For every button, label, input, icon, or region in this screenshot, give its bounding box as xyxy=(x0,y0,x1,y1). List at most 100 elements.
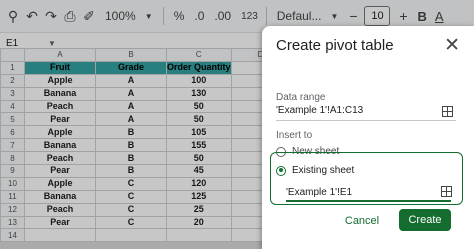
cell[interactable]: Pear xyxy=(24,215,96,230)
print-icon[interactable]: ⎙ xyxy=(64,8,76,25)
cell[interactable]: Apple xyxy=(24,176,96,191)
cell[interactable]: Apple xyxy=(24,73,96,88)
existing-sheet-option[interactable]: Existing sheet xyxy=(276,165,354,176)
select-all-corner[interactable] xyxy=(0,48,25,62)
cell[interactable]: Banana xyxy=(24,138,96,153)
cell[interactable] xyxy=(24,228,96,243)
cell[interactable]: Pear xyxy=(24,112,96,127)
cancel-button[interactable]: Cancel xyxy=(338,211,386,231)
existing-sheet-radio[interactable] xyxy=(276,165,286,176)
row-header[interactable]: 4 xyxy=(0,99,25,114)
cell[interactable]: 50 xyxy=(166,112,232,127)
search-icon[interactable]: ⚲ xyxy=(7,8,19,25)
cell[interactable]: 105 xyxy=(166,125,232,140)
cell[interactable]: Peach xyxy=(24,202,96,217)
select-range-icon[interactable] xyxy=(442,106,453,117)
increase-font-icon[interactable]: + xyxy=(397,8,409,24)
cell[interactable]: Peach xyxy=(24,99,96,114)
cell[interactable]: 45 xyxy=(166,164,232,178)
cell[interactable]: C xyxy=(95,202,167,217)
row-header[interactable]: 13 xyxy=(0,215,25,230)
close-icon[interactable]: ✕ xyxy=(444,34,460,57)
data-range-label: Data range xyxy=(276,92,326,103)
cell[interactable]: 50 xyxy=(166,99,232,114)
row-header[interactable]: 1 xyxy=(0,60,25,75)
number-format-button[interactable]: 123 xyxy=(241,11,258,22)
cell[interactable]: A xyxy=(95,112,167,127)
cell[interactable]: Pear xyxy=(24,164,96,178)
row-header[interactable]: 11 xyxy=(0,189,25,204)
cell[interactable]: 125 xyxy=(166,189,232,204)
create-button[interactable]: Create xyxy=(399,209,451,231)
cell[interactable]: 120 xyxy=(166,176,232,191)
name-box[interactable]: E1 xyxy=(0,38,46,49)
cell[interactable] xyxy=(166,228,232,243)
table-row: 6 Apple B 105 xyxy=(0,125,291,140)
decrease-font-icon[interactable]: − xyxy=(347,8,359,24)
undo-icon[interactable]: ↶ xyxy=(26,8,38,25)
text-color-button[interactable]: A xyxy=(435,9,444,24)
row-header[interactable]: 8 xyxy=(0,151,25,166)
header-cell[interactable]: Order Quantity xyxy=(166,60,232,75)
row-header[interactable]: 2 xyxy=(0,73,25,88)
cell[interactable]: 50 xyxy=(166,151,232,166)
paint-format-icon[interactable]: ✐ xyxy=(83,8,95,25)
cell[interactable]: B xyxy=(95,138,167,153)
row-header[interactable]: 7 xyxy=(0,138,25,153)
select-range-icon[interactable] xyxy=(441,186,452,197)
table-row: 13 Pear C 20 xyxy=(0,215,291,230)
increase-decimal-button[interactable]: .00 xyxy=(214,9,231,23)
cell[interactable] xyxy=(95,228,167,243)
table-row: 9 Pear B 45 xyxy=(0,164,291,178)
cell[interactable]: C xyxy=(95,215,167,230)
cell[interactable]: B xyxy=(95,151,167,166)
table-row: 8 Peach B 50 xyxy=(0,151,291,166)
cell[interactable]: 20 xyxy=(166,215,232,230)
header-cell[interactable]: Fruit xyxy=(24,60,96,75)
table-row: 11 Banana C 125 xyxy=(0,189,291,204)
cell[interactable]: A xyxy=(95,86,167,101)
percent-format-button[interactable]: % xyxy=(174,9,185,23)
cell[interactable]: Apple xyxy=(24,125,96,140)
redo-icon[interactable]: ↷ xyxy=(45,8,57,25)
cell[interactable]: 100 xyxy=(166,73,232,88)
cell[interactable]: 155 xyxy=(166,138,232,153)
table-row: 12 Peach C 25 xyxy=(0,202,291,217)
table-row: 7 Banana B 155 xyxy=(0,138,291,153)
existing-sheet-input[interactable] xyxy=(286,185,426,199)
font-size-input[interactable]: 10 xyxy=(364,6,391,26)
zoom-select[interactable]: 100% xyxy=(105,9,136,23)
cell[interactable]: A xyxy=(95,73,167,88)
row-header[interactable]: 12 xyxy=(0,202,25,217)
chevron-down-icon[interactable]: ▼ xyxy=(48,39,56,48)
row-header[interactable]: 3 xyxy=(0,86,25,101)
column-header[interactable]: A xyxy=(24,48,96,62)
data-range-input[interactable] xyxy=(276,103,446,117)
decrease-decimal-button[interactable]: .0 xyxy=(194,9,204,23)
chevron-down-icon[interactable]: ▼ xyxy=(328,12,340,21)
cell[interactable]: Banana xyxy=(24,189,96,204)
column-header[interactable]: B xyxy=(95,48,167,62)
row-header[interactable]: 9 xyxy=(0,164,25,178)
cell[interactable]: 130 xyxy=(166,86,232,101)
column-header[interactable]: C xyxy=(166,48,232,62)
cell[interactable]: Banana xyxy=(24,86,96,101)
row-header[interactable]: 5 xyxy=(0,112,25,127)
cell[interactable]: A xyxy=(95,99,167,114)
create-pivot-table-dialog: Create pivot table ✕ Data range Insert t… xyxy=(262,26,474,249)
row-header[interactable]: 14 xyxy=(0,228,25,243)
chevron-down-icon[interactable]: ▼ xyxy=(143,12,155,21)
bold-button[interactable]: B xyxy=(417,9,426,24)
font-select[interactable]: Defaul... xyxy=(277,9,322,23)
cell[interactable]: C xyxy=(95,189,167,204)
cell[interactable]: C xyxy=(95,176,167,191)
table-row: 3 Banana A 130 xyxy=(0,86,291,101)
table-row: 14 xyxy=(0,228,291,243)
cell[interactable]: B xyxy=(95,164,167,178)
cell[interactable]: Peach xyxy=(24,151,96,166)
cell[interactable]: B xyxy=(95,125,167,140)
header-cell[interactable]: Grade xyxy=(95,60,167,75)
row-header[interactable]: 10 xyxy=(0,176,25,191)
cell[interactable]: 25 xyxy=(166,202,232,217)
row-header[interactable]: 6 xyxy=(0,125,25,140)
